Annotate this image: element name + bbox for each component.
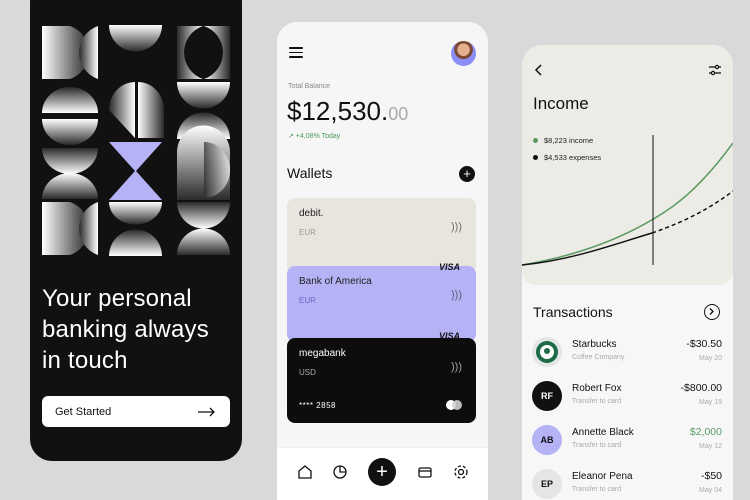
income-chart (522, 135, 733, 266)
home-icon[interactable] (297, 464, 313, 480)
get-started-label: Get Started (55, 405, 112, 418)
transaction-subtitle: Transfer to card (572, 398, 622, 405)
contactless-icon: ))) (451, 361, 462, 373)
transaction-date: May 12 (699, 443, 722, 450)
card-currency: EUR (299, 296, 316, 305)
card-name: Bank of America (299, 276, 372, 287)
transaction-subtitle: Coffee Company (572, 354, 625, 361)
total-balance: $12,530.00 (287, 96, 408, 127)
bottom-navbar: + (277, 447, 488, 500)
transaction-date: May 20 (699, 355, 722, 362)
wallet-card-megabank[interactable]: megabank USD ))) **** 2858 (287, 338, 476, 423)
transaction-row[interactable]: AB Annette Black Transfer to card $2,000… (532, 423, 722, 459)
geometric-pattern (42, 25, 230, 256)
headline-line-3: in touch (42, 347, 128, 374)
pie-chart-icon[interactable] (332, 464, 348, 480)
income-title: Income (533, 94, 589, 113)
onboarding-screen: Your personal banking always in touch Ge… (30, 0, 242, 461)
chevron-right-icon (709, 308, 714, 315)
avatar[interactable] (451, 41, 476, 66)
add-button[interactable]: + (368, 458, 396, 486)
avatar: RF (532, 381, 562, 411)
card-name: debit. (299, 208, 324, 219)
transaction-subtitle: Transfer to card (572, 442, 622, 449)
transaction-name: Starbucks (572, 339, 617, 350)
card-currency: USD (299, 368, 316, 377)
starbucks-logo (532, 337, 562, 367)
add-wallet-button[interactable]: + (459, 166, 475, 182)
transaction-amount: -$50 (700, 470, 722, 482)
card-number: **** 2858 (299, 401, 336, 410)
settings-icon[interactable] (453, 464, 469, 480)
balance-main: $12,530. (287, 96, 389, 126)
starbucks-logo-icon (536, 341, 558, 363)
transaction-row[interactable]: Starbucks Coffee Company -$30.50 May 20 (532, 335, 722, 371)
contactless-icon: ))) (451, 289, 462, 301)
income-line (522, 142, 733, 266)
hero-headline: Your personal banking always in touch (42, 283, 242, 376)
balance-label: Total Balance (288, 83, 331, 90)
avatar: AB (532, 425, 562, 455)
transaction-amount: $2,000 (689, 426, 722, 438)
headline-line-2: banking always (42, 316, 209, 343)
filter-icon[interactable] (708, 63, 722, 77)
transaction-row[interactable]: EP Eleanor Pena Transfer to card -$50 Ma… (532, 467, 722, 500)
transactions-heading: Transactions (533, 304, 613, 320)
balance-cents: 00 (388, 104, 409, 124)
card-icon[interactable] (417, 464, 433, 480)
card-name: megabank (299, 348, 346, 359)
transaction-amount: -$800.00 (680, 382, 722, 394)
transaction-name: Robert Fox (572, 383, 622, 394)
contactless-icon: ))) (451, 221, 462, 233)
balance-change: ↗ +4,08% Today (288, 133, 341, 140)
card-currency: EUR (299, 228, 316, 237)
get-started-button[interactable]: Get Started (42, 396, 230, 427)
transaction-subtitle: Transfer to card (572, 486, 622, 493)
hamburger-menu-icon[interactable] (289, 47, 303, 59)
wallet-screen: Total Balance $12,530.00 ↗ +4,08% Today … (277, 22, 488, 500)
arrow-right-icon (198, 407, 215, 416)
back-arrow-icon[interactable] (532, 63, 546, 77)
mastercard-icon (446, 400, 462, 410)
headline-line-1: Your personal (42, 285, 192, 312)
transactions-more-button[interactable] (704, 304, 720, 320)
income-screen: Income $8,223 income $4,533 expenses Tra… (522, 45, 733, 500)
transaction-row[interactable]: RF Robert Fox Transfer to card -$800.00 … (532, 379, 722, 415)
transaction-amount: -$30.50 (686, 338, 722, 350)
visa-logo: VISA (439, 262, 461, 272)
transaction-name: Eleanor Pena (572, 471, 633, 482)
wallets-heading: Wallets (287, 165, 333, 181)
transaction-name: Annette Black (572, 427, 634, 438)
transaction-date: May 19 (699, 399, 722, 406)
avatar: EP (532, 469, 562, 499)
transaction-date: May 04 (699, 487, 722, 494)
visa-logo: VISA (439, 331, 461, 341)
